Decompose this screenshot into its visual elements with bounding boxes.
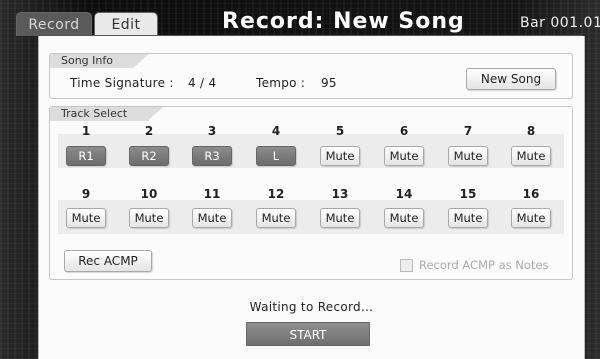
track-number: 12 (267, 187, 285, 201)
track-record-button[interactable]: R3 (192, 146, 232, 166)
track-mute-button[interactable]: Mute (192, 208, 232, 228)
tab-record[interactable]: Record (16, 12, 92, 36)
start-button[interactable]: START (246, 322, 370, 346)
track-mute-button[interactable]: Mute (66, 208, 106, 228)
song-info-group: Song Info Time Signature : 4 / 4 Tempo :… (49, 53, 573, 99)
status-text: Waiting to Record... (249, 300, 374, 314)
page-title: Record: New Song (222, 9, 465, 34)
track-record-button[interactable]: L (256, 146, 296, 166)
record-acmp-notes-label: Record ACMP as Notes (419, 258, 549, 272)
track-select-group: Track Select 1 R1 2 R2 3 R3 4 L 5 Mute 6 Mute 7 Mute 8… (49, 106, 573, 280)
track-number: 4 (271, 124, 281, 138)
record-acmp-notes-checkbox[interactable] (400, 258, 413, 272)
tab-edit[interactable]: Edit (94, 12, 158, 36)
track-mute-button[interactable]: Mute (320, 146, 360, 166)
track-number: 14 (395, 187, 413, 201)
track-number: 6 (399, 124, 409, 138)
time-signature-label: Time Signature : (70, 76, 174, 90)
track-record-button[interactable]: R2 (129, 146, 169, 166)
track-mute-button[interactable]: Mute (129, 208, 169, 228)
bar-position-readout: Bar 001.01 (520, 15, 600, 31)
track-record-button[interactable]: R1 (66, 146, 106, 166)
tempo-value: 95 (321, 76, 337, 90)
track-number: 5 (335, 124, 345, 138)
track-number: 1 (81, 124, 91, 138)
new-song-button[interactable]: New Song (466, 68, 556, 90)
track-mute-button[interactable]: Mute (511, 208, 551, 228)
tempo-label: Tempo : (256, 76, 306, 90)
track-mute-button[interactable]: Mute (320, 208, 360, 228)
track-number: 7 (463, 124, 473, 138)
track-select-label: Track Select (50, 107, 163, 121)
track-number: 8 (526, 124, 536, 138)
track-mute-button[interactable]: Mute (384, 208, 424, 228)
track-mute-button[interactable]: Mute (256, 208, 296, 228)
track-mute-button[interactable]: Mute (511, 146, 551, 166)
track-number: 3 (207, 124, 217, 138)
track-number: 2 (144, 124, 154, 138)
track-mute-button[interactable]: Mute (384, 146, 424, 166)
track-number: 15 (459, 187, 477, 201)
track-mute-button[interactable]: Mute (448, 208, 488, 228)
main-panel: Song Info Time Signature : 4 / 4 Tempo :… (38, 36, 585, 359)
record-acmp-notes-option[interactable]: Record ACMP as Notes (400, 258, 549, 272)
time-signature-value: 4 / 4 (188, 76, 217, 90)
track-number: 9 (81, 187, 91, 201)
rec-acmp-button[interactable]: Rec ACMP (64, 250, 152, 272)
track-number: 11 (203, 187, 221, 201)
track-number: 13 (331, 187, 349, 201)
song-info-label: Song Info (50, 54, 149, 68)
track-number: 16 (522, 187, 540, 201)
track-number: 10 (140, 187, 158, 201)
track-mute-button[interactable]: Mute (448, 146, 488, 166)
tab-bar: Record Edit (16, 12, 158, 36)
